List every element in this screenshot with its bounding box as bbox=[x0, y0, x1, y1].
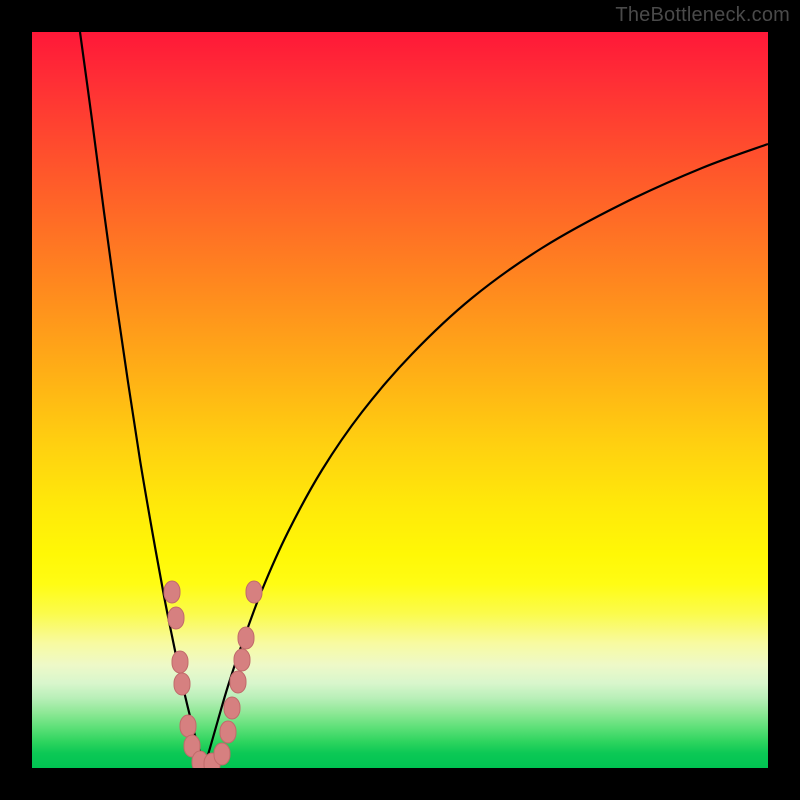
data-marker bbox=[224, 697, 240, 719]
data-marker bbox=[246, 581, 262, 603]
chart-frame: TheBottleneck.com bbox=[0, 0, 800, 800]
data-marker bbox=[174, 673, 190, 695]
data-marker bbox=[220, 721, 236, 743]
data-marker bbox=[180, 715, 196, 737]
curve-right-branch bbox=[204, 144, 768, 768]
data-marker bbox=[238, 627, 254, 649]
data-marker bbox=[172, 651, 188, 673]
curve-layer bbox=[32, 32, 768, 768]
data-marker bbox=[164, 581, 180, 603]
watermark-text: TheBottleneck.com bbox=[615, 4, 790, 27]
data-marker bbox=[214, 743, 230, 765]
data-marker bbox=[234, 649, 250, 671]
data-marker bbox=[230, 671, 246, 693]
data-marker bbox=[168, 607, 184, 629]
plot-area bbox=[32, 32, 768, 768]
